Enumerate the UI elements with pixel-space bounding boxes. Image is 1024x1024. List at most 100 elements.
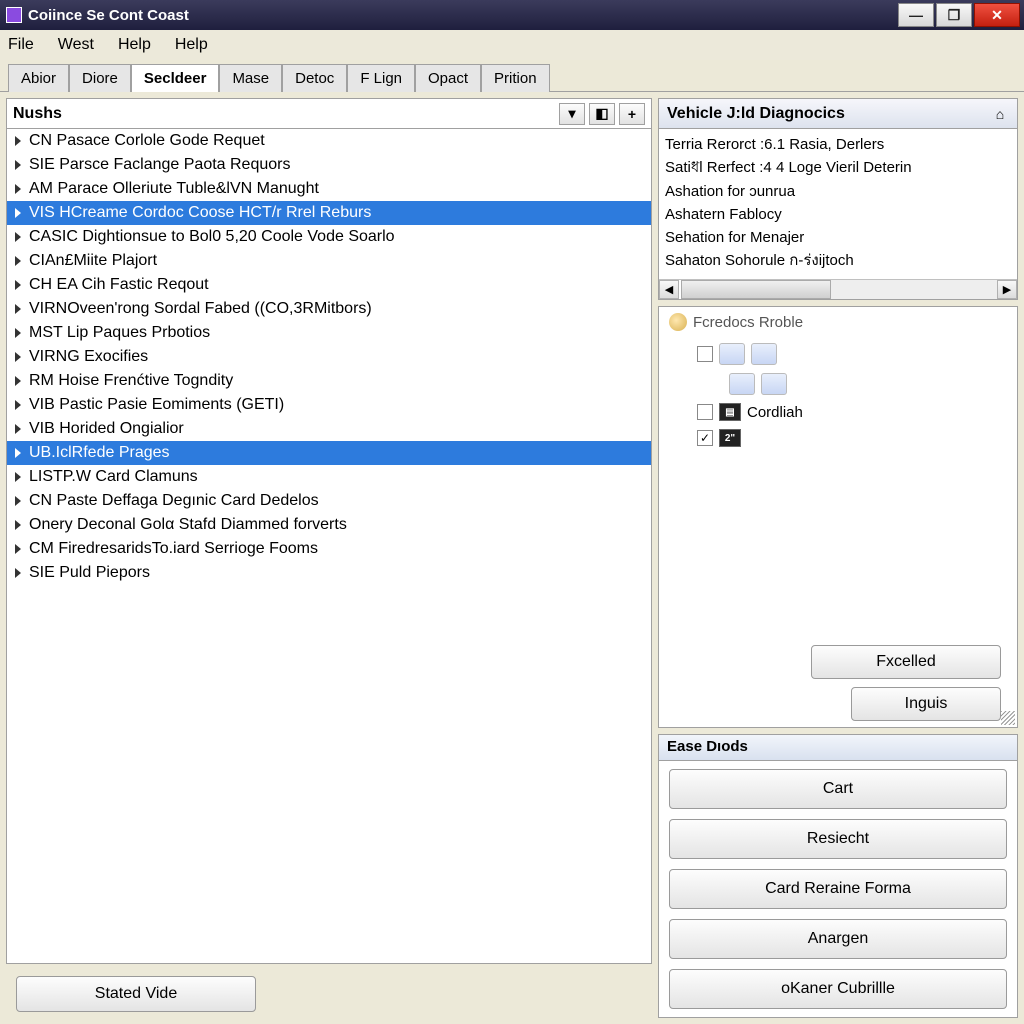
scroll-right-icon[interactable]: ▶ — [997, 280, 1017, 299]
nush-item-label: VIRNG Exocifies — [29, 348, 148, 366]
nush-item-label: CIAn£Miite Plajort — [29, 252, 157, 270]
nush-item[interactable]: VIRNOveen'rong Sordal Fabed ((CO,3RMitbo… — [7, 297, 651, 321]
nush-item-label: AM Parace Olleriute Tuble&lVN Manught — [29, 180, 319, 198]
credocs-cordliah-row: ▤ Cordliah — [697, 403, 1007, 421]
menu-help-2[interactable]: Help — [175, 36, 208, 54]
credocs-cordliah-checkbox[interactable] — [697, 404, 713, 420]
nush-item[interactable]: CASIC Dightionsue to Bol0 5,20 Coole Vod… — [7, 225, 651, 249]
nushs-dropdown-button[interactable]: ▾ — [559, 103, 585, 125]
nush-item-label: CN Pasace Corlole Gode Requet — [29, 132, 265, 150]
menu-file[interactable]: File — [8, 36, 34, 54]
window-title: Coiince Se Cont Coast — [28, 7, 189, 24]
car-icon-3[interactable] — [729, 373, 755, 395]
diagnostics-title: Vehicle J:ld Diagnocics — [667, 105, 845, 123]
tab-detoc[interactable]: Detoc — [282, 64, 347, 92]
credocs-z-checkbox[interactable] — [697, 430, 713, 446]
nush-item[interactable]: RM Hoise Frenćtive Togndity — [7, 369, 651, 393]
tab-abior[interactable]: Abior — [8, 64, 69, 92]
car-icon-1[interactable] — [719, 343, 745, 365]
action-button-1[interactable]: Resiecht — [669, 819, 1007, 859]
nush-item[interactable]: MST Lip Paques Prbotios — [7, 321, 651, 345]
stated-vide-button[interactable]: Stated Vide — [16, 976, 256, 1012]
nush-item[interactable]: UB.IclRfede Prages — [7, 441, 651, 465]
credocs-title: Fcredocs Rroble — [669, 313, 1007, 331]
tab-secldeer[interactable]: Secldeer — [131, 64, 220, 92]
expand-caret-icon — [15, 256, 21, 266]
credocs-cars-row-2 — [729, 373, 1007, 395]
nush-item-label: VIRNOveen'rong Sordal Fabed ((CO,3RMitbo… — [29, 300, 372, 318]
expand-caret-icon — [15, 520, 21, 530]
diagnostics-line[interactable]: Sehation for Menajer — [665, 226, 1011, 249]
expand-caret-icon — [15, 328, 21, 338]
right-panel: Vehicle J:ld Diagnocics ⌂ Terria Rerorct… — [658, 98, 1018, 1018]
tab-mase[interactable]: Mase — [219, 64, 282, 92]
nush-item-label: SIE Puld Piepors — [29, 564, 150, 582]
inguis-button[interactable]: Inguis — [851, 687, 1001, 721]
menu-west[interactable]: West — [58, 36, 94, 54]
home-icon[interactable]: ⌂ — [991, 105, 1009, 123]
nushs-user-button[interactable]: ◧ — [589, 103, 615, 125]
nush-item-label: VIS HCreame Cordoc Coose HCT/r Rrel Rebu… — [29, 204, 371, 222]
bottom-button-row: Stated Vide — [6, 970, 652, 1018]
tab-prition[interactable]: Prition — [481, 64, 550, 92]
tab-strip: Abior Diore Secldeer Mase Detoc F Lign O… — [0, 60, 1024, 92]
nushs-list[interactable]: CN Pasace Corlole Gode Requet SIE Parsce … — [7, 129, 651, 963]
nush-item[interactable]: CM FiredresaridsTo.iard Serrioge Fooms — [7, 537, 651, 561]
diagnostics-line[interactable]: Terria Rerorct :6.1 Rasia, Derlers — [665, 133, 1011, 156]
minimize-button[interactable]: — — [898, 3, 934, 27]
expand-caret-icon — [15, 544, 21, 554]
nush-item[interactable]: CIAn£Miite Plajort — [7, 249, 651, 273]
nush-item-label: CH EA Cih Fastic Reqout — [29, 276, 209, 294]
nush-item[interactable]: VIB Horided Ongialior — [7, 417, 651, 441]
nush-item-label: CN Paste Deffaga Degınic Card Dedelos — [29, 492, 319, 510]
action-button-4[interactable]: oKaner Cubrillle — [669, 969, 1007, 1009]
tab-opact[interactable]: Opact — [415, 64, 481, 92]
nush-item[interactable]: VIB Pastic Pasie Eomiments (GETI) — [7, 393, 651, 417]
nushs-add-button[interactable]: + — [619, 103, 645, 125]
nush-item[interactable]: LISTP.W Card Clamuns — [7, 465, 651, 489]
nush-item[interactable]: AM Parace Olleriute Tuble&lVN Manught — [7, 177, 651, 201]
diagnostics-line[interactable]: Ashatern Fablocy — [665, 203, 1011, 226]
pin-icon — [669, 313, 687, 331]
tab-diore[interactable]: Diore — [69, 64, 131, 92]
nush-item[interactable]: CN Paste Deffaga Degınic Card Dedelos — [7, 489, 651, 513]
expand-caret-icon — [15, 136, 21, 146]
nush-item-label: CM FiredresaridsTo.iard Serrioge Fooms — [29, 540, 318, 558]
credocs-cars-checkbox[interactable] — [697, 346, 713, 362]
scroll-thumb[interactable] — [681, 280, 831, 299]
diagnostics-line[interactable]: Satiধl Rerfect :4 4 Loge Vieril Deterin — [665, 156, 1011, 179]
diagnostics-line[interactable]: Sahaton Sohorule ก-ร่งijtoch — [665, 249, 1011, 272]
cordliah-label: Cordliah — [747, 404, 803, 421]
car-icon-4[interactable] — [761, 373, 787, 395]
nush-item[interactable]: SIE Parsce Faclange Paota Requors — [7, 153, 651, 177]
scroll-left-icon[interactable]: ◀ — [659, 280, 679, 299]
nush-item[interactable]: VIRNG Exocifies — [7, 345, 651, 369]
diagnostics-line[interactable]: Ashation for ɔunrua — [665, 180, 1011, 203]
resize-grip-icon[interactable] — [1001, 711, 1015, 725]
diagnostics-hscroll[interactable]: ◀ ▶ — [659, 279, 1017, 299]
nush-item-label: LISTP.W Card Clamuns — [29, 468, 198, 486]
nush-item[interactable]: SIE Puld Piepors — [7, 561, 651, 585]
expand-caret-icon — [15, 304, 21, 314]
expand-caret-icon — [15, 424, 21, 434]
fxcelled-button[interactable]: Fxcelled — [811, 645, 1001, 679]
close-button[interactable]: ✕ — [974, 3, 1020, 27]
diagnostics-list[interactable]: Terria Rerorct :6.1 Rasia, DerlersSatiধl… — [659, 129, 1017, 279]
expand-caret-icon — [15, 496, 21, 506]
expand-caret-icon — [15, 568, 21, 578]
action-button-3[interactable]: Anargen — [669, 919, 1007, 959]
maximize-button[interactable]: ❐ — [936, 3, 972, 27]
credocs-panel: Fcredocs Rroble ▤ Cordliah — [658, 306, 1018, 728]
nush-item[interactable]: CN Pasace Corlole Gode Requet — [7, 129, 651, 153]
nush-item[interactable]: Onery Deconal Golα Stafd Diammed forvert… — [7, 513, 651, 537]
menu-help-1[interactable]: Help — [118, 36, 151, 54]
nush-item[interactable]: CH EA Cih Fastic Reqout — [7, 273, 651, 297]
scroll-track[interactable] — [831, 280, 997, 299]
nush-item[interactable]: VIS HCreame Cordoc Coose HCT/r Rrel Rebu… — [7, 201, 651, 225]
diagnostics-header: Vehicle J:ld Diagnocics ⌂ — [659, 99, 1017, 129]
car-icon-2[interactable] — [751, 343, 777, 365]
credocs-label: Fcredocs Rroble — [693, 314, 803, 331]
action-button-2[interactable]: Card Reraine Forma — [669, 869, 1007, 909]
tab-flign[interactable]: F Lign — [347, 64, 415, 92]
action-button-0[interactable]: Cart — [669, 769, 1007, 809]
